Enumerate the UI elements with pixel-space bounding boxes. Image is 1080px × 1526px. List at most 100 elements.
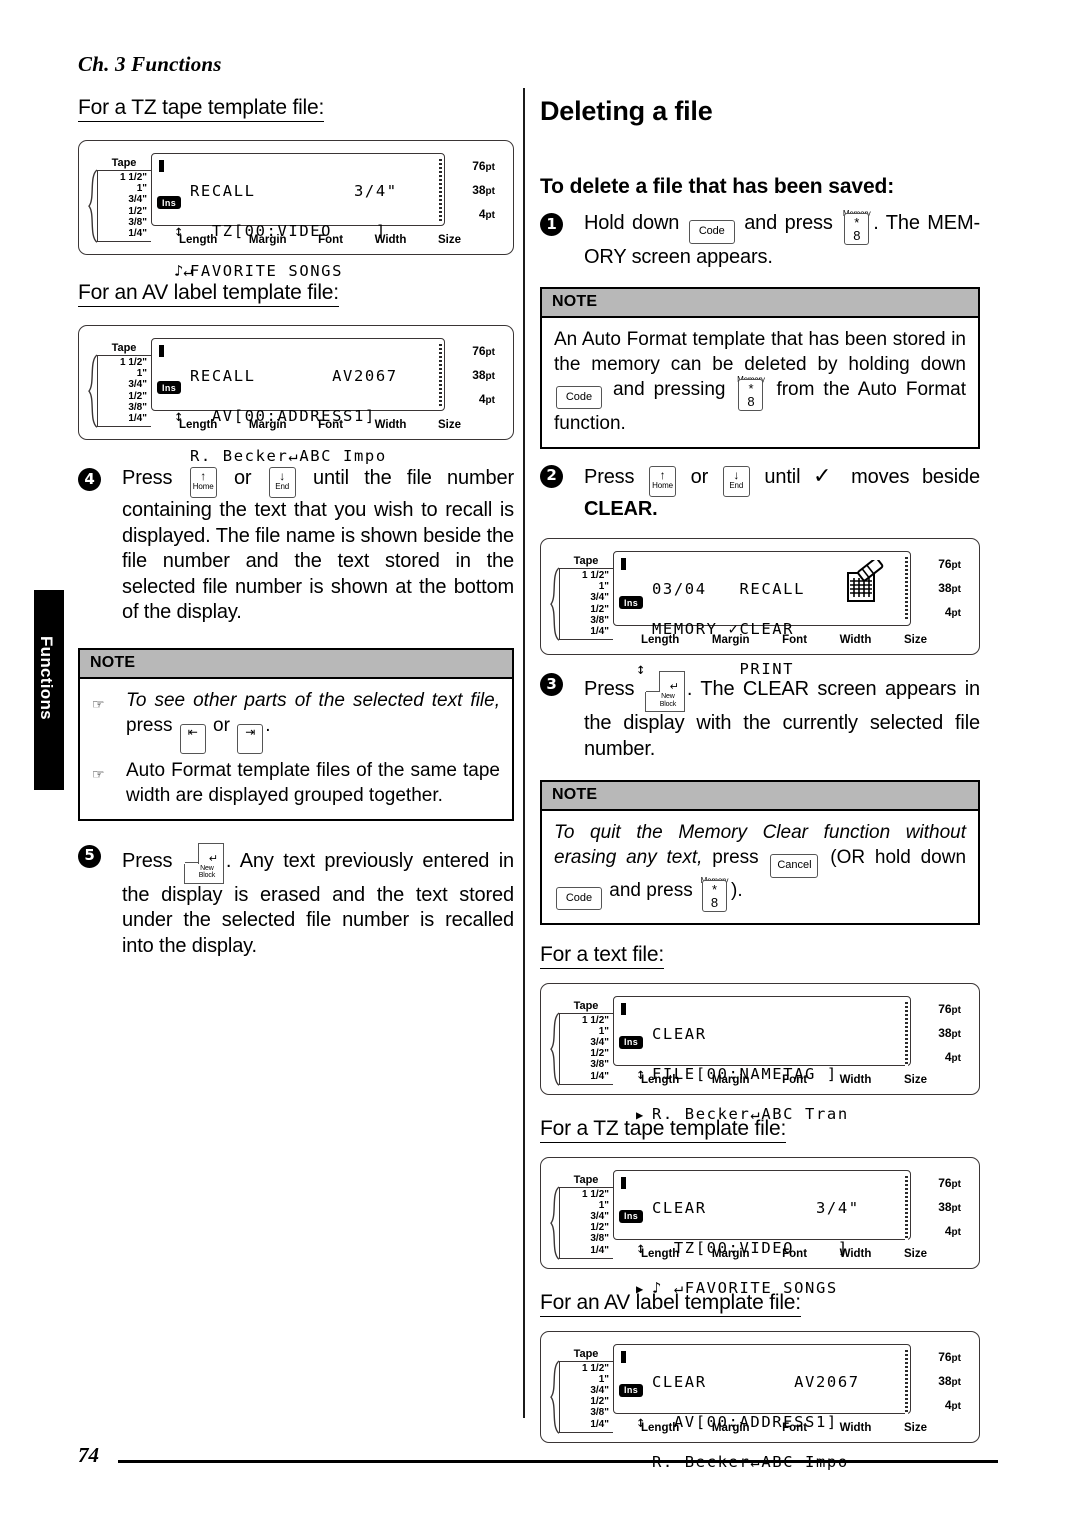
tape-width-item: 3/8" — [590, 1059, 609, 1071]
tape-width-scale: Tape 1 1/2" 1" 3/4" 1/2" 3/8" 1/4" — [550, 555, 613, 641]
left-column: For a TZ tape template file: Tape 1 1/2"… — [78, 96, 514, 959]
pointing-hand-icon: ☞ — [92, 765, 105, 782]
star-glyph: * — [748, 380, 754, 396]
lcd-text: RECALL AV2067 ↕ AV[00:ADDRESS1] R. Becke… — [174, 346, 440, 486]
tape-width-item: 1" — [598, 581, 609, 593]
pt-unit: pt — [951, 1052, 961, 1064]
pt-value: 38 — [472, 183, 486, 197]
note-return-icon: ♪↵ — [174, 262, 193, 280]
label-font: Font — [318, 419, 344, 431]
point-size-scale: 76pt 38pt 4pt — [905, 1172, 963, 1244]
home-key-label: Home — [652, 480, 673, 490]
ins-indicator: Ins — [619, 1035, 644, 1049]
label-margin: Margin — [711, 1421, 750, 1434]
code-key-icon[interactable]: Code — [556, 385, 602, 410]
pt-unit: pt — [951, 1178, 961, 1190]
up-arrow-icon: ↑ — [659, 467, 666, 482]
new-block-key-icon[interactable]: ↵ New Block — [183, 842, 224, 884]
up-arrow-icon: ↑ — [200, 469, 207, 483]
memory-key-wrap[interactable]: Memory*8 — [700, 876, 729, 912]
home-key-icon[interactable]: ↑ Home — [649, 465, 677, 497]
pt-unit: pt — [485, 186, 495, 197]
lcd-panel-clear-tz: Tape 1 1/2" 1" 3/4" 1/2" 3/8" 1/4" Ins C… — [540, 1156, 980, 1297]
code-key-icon[interactable]: Code — [556, 886, 602, 911]
tape-width-scale: Tape 1 1/2" 1" 3/4" 1/2" 3/8" 1/4" — [550, 1000, 613, 1086]
tape-width-scale: Tape 1 1/2" 1" 3/4" 1/2" 3/8" 1/4" — [550, 1173, 613, 1260]
note1-text-b: and pressing — [612, 378, 726, 400]
pt-unit: pt — [951, 560, 961, 571]
lcd-screen: Ins RECALL AV2067 ↕ AV[00:ADDRESS1] R. B… — [151, 338, 445, 465]
end-key-icon[interactable]: ↓ End — [268, 467, 296, 498]
left-arrow-key-icon[interactable]: ⇤ — [179, 723, 206, 754]
new-block-key-icon[interactable]: ↵ New Block — [644, 671, 685, 712]
label-width: Width — [839, 634, 872, 646]
memory-star8-key-icon[interactable]: * 8 — [738, 378, 764, 411]
pt-item: 4pt — [911, 1046, 963, 1070]
label-width: Width — [374, 234, 407, 246]
home-key-icon[interactable]: ↑ Home — [189, 467, 217, 498]
note2-text-b: press — [712, 847, 759, 868]
pt-unit: pt — [951, 1202, 961, 1214]
note2-text-c: (OR hold down — [830, 847, 967, 868]
left-arrow-icon: ⇤ — [187, 724, 198, 739]
memory-star8-key-icon[interactable]: * 8 — [844, 213, 870, 245]
brace-icon — [88, 169, 98, 243]
note-body: An Auto Format template that has been st… — [542, 318, 978, 447]
tape-width-item: 1/2" — [590, 1222, 609, 1234]
pt-unit: pt — [951, 608, 961, 619]
step-number-badge: 5 — [78, 844, 101, 868]
pt-value: 4 — [944, 1049, 952, 1064]
pt-value: 76 — [938, 1001, 952, 1016]
label-font: Font — [782, 1247, 808, 1260]
pt-item: 4pt — [911, 1220, 963, 1244]
tape-width-item: 1" — [136, 183, 147, 195]
pt-value: 4 — [478, 392, 486, 406]
pt-value: 4 — [944, 1223, 952, 1238]
step1-text-b: and press — [744, 212, 833, 234]
label-width: Width — [839, 1247, 872, 1260]
right-arrow-key-icon[interactable]: ⇥ — [237, 723, 264, 754]
pointing-hand-icon: ☞ — [92, 695, 105, 712]
memory-star8-key-icon[interactable]: * 8 — [702, 879, 728, 912]
tape-width-item: 3/8" — [590, 1407, 609, 1419]
end-key-icon[interactable]: ↓ End — [722, 465, 750, 497]
heading-text-file: For a text file: — [540, 943, 664, 969]
code-key-icon[interactable]: Code — [688, 220, 735, 244]
lcd-screen: Ins CLEAR 3/4" ↕ TZ[00:VIDEO ] ▶ ♪ ↵FAVOR… — [613, 1169, 911, 1297]
pt-unit: pt — [951, 584, 961, 595]
dotted-scale-icon — [905, 1349, 908, 1414]
note-item: ☞ Auto Format template files of the same… — [92, 758, 500, 808]
step-1: 1 Hold down Code and press Memory*8. The… — [540, 209, 980, 271]
ins-indicator: Ins — [157, 196, 182, 209]
tape-width-item: 1/2" — [128, 205, 147, 217]
end-key-label: End — [729, 480, 744, 490]
tape-width-item: 1" — [598, 1025, 609, 1037]
label-width: Width — [374, 419, 407, 431]
memory-key-wrap[interactable]: Memory*8 — [842, 209, 871, 245]
label-size: Size — [903, 634, 927, 646]
tape-width-item: 3/8" — [128, 401, 147, 413]
label-length: Length — [179, 419, 218, 431]
right-arrow-icon: ⇥ — [245, 724, 256, 739]
memory-key-wrap[interactable]: Memory*8 — [736, 375, 765, 411]
note-item2-text: Auto Format template files of the same t… — [126, 759, 500, 806]
tape-width-item: 3/4" — [590, 1210, 609, 1222]
right-triangle-icon: ▶ — [636, 1281, 644, 1296]
tape-width-item: 1/2" — [590, 1048, 609, 1060]
tape-scale-title: Tape — [573, 1173, 599, 1186]
brace-icon — [550, 1011, 560, 1086]
label-font: Font — [318, 234, 344, 246]
tape-width-item: 3/4" — [128, 194, 147, 206]
tape-width-item: 1/4" — [590, 626, 609, 638]
column-divider — [523, 88, 525, 1418]
pt-unit: pt — [485, 162, 495, 173]
lcd-line-3: R. Becker↵ABC Impo — [190, 447, 387, 465]
point-size-scale: 76pt 38pt 4pt — [905, 553, 963, 625]
label-length: Length — [641, 1073, 680, 1086]
label-length: Length — [641, 1247, 680, 1260]
note-box-right-1: NOTE An Auto Format template that has be… — [540, 286, 980, 449]
step2-text-a: Press — [584, 465, 635, 488]
note-body: To quit the Memory Clear function withou… — [542, 811, 978, 923]
cancel-key-icon[interactable]: Cancel — [770, 854, 819, 878]
digit-8-glyph: 8 — [853, 228, 861, 243]
